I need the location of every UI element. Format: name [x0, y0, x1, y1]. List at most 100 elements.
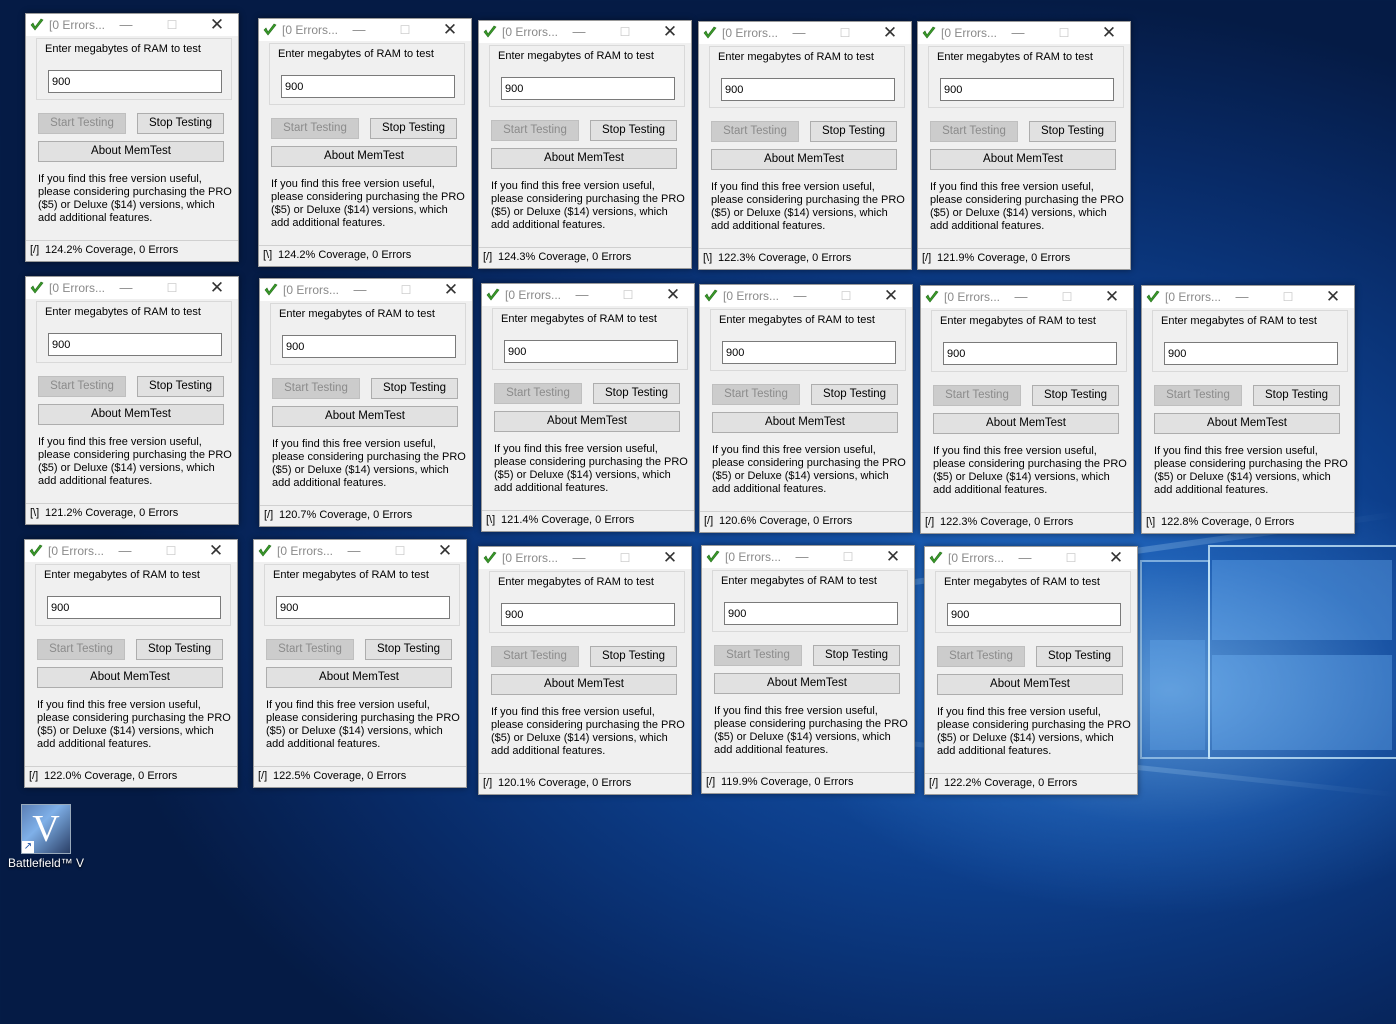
start-testing-button[interactable]: Start Testing — [38, 376, 126, 397]
title-bar[interactable]: [0 Errors... — ☐ ✕ — [918, 22, 1130, 44]
minimize-button[interactable]: — — [788, 23, 810, 43]
close-button[interactable]: ✕ — [659, 548, 681, 568]
ram-input[interactable] — [501, 603, 675, 626]
ram-input[interactable] — [48, 70, 222, 93]
start-testing-button[interactable]: Start Testing — [494, 383, 582, 404]
ram-input[interactable] — [940, 78, 1114, 101]
about-memtest-button[interactable]: About MemTest — [933, 413, 1119, 434]
close-button[interactable]: ✕ — [439, 20, 461, 40]
start-testing-button[interactable]: Start Testing — [491, 120, 579, 141]
ram-input[interactable] — [282, 335, 456, 358]
minimize-button[interactable]: — — [568, 22, 590, 42]
ram-input[interactable] — [722, 341, 896, 364]
stop-testing-button[interactable]: Stop Testing — [1253, 385, 1340, 406]
about-memtest-button[interactable]: About MemTest — [38, 404, 224, 425]
memtest-window-6[interactable]: [0 Errors... — ☐ ✕ Enter megabytes of RA… — [25, 276, 239, 525]
about-memtest-button[interactable]: About MemTest — [930, 149, 1116, 170]
ram-input[interactable] — [501, 77, 675, 100]
title-bar[interactable]: [0 Errors... — ☐ ✕ — [26, 277, 238, 299]
about-memtest-button[interactable]: About MemTest — [714, 673, 900, 694]
start-testing-button[interactable]: Start Testing — [1154, 385, 1242, 406]
about-memtest-button[interactable]: About MemTest — [494, 411, 680, 432]
about-memtest-button[interactable]: About MemTest — [712, 412, 898, 433]
start-testing-button[interactable]: Start Testing — [933, 385, 1021, 406]
title-bar[interactable]: [0 Errors... — ☐ ✕ — [925, 547, 1137, 569]
ram-input[interactable] — [724, 602, 898, 625]
maximize-button[interactable]: ☐ — [837, 547, 859, 567]
stop-testing-button[interactable]: Stop Testing — [813, 645, 900, 666]
maximize-button[interactable]: ☐ — [1056, 287, 1078, 307]
memtest-window-1[interactable]: [0 Errors... — ☐ ✕ Enter megabytes of RA… — [25, 13, 239, 262]
title-bar[interactable]: [0 Errors... — ☐ ✕ — [25, 540, 237, 562]
close-button[interactable]: ✕ — [1098, 23, 1120, 43]
minimize-button[interactable]: — — [571, 285, 593, 305]
start-testing-button[interactable]: Start Testing — [38, 113, 126, 134]
start-testing-button[interactable]: Start Testing — [266, 639, 354, 660]
ram-input[interactable] — [48, 333, 222, 356]
memtest-window-9[interactable]: [0 Errors... — ☐ ✕ Enter megabytes of RA… — [699, 284, 913, 533]
stop-testing-button[interactable]: Stop Testing — [137, 113, 224, 134]
about-memtest-button[interactable]: About MemTest — [271, 146, 457, 167]
title-bar[interactable]: [0 Errors... — ☐ ✕ — [1142, 286, 1354, 308]
stop-testing-button[interactable]: Stop Testing — [811, 384, 898, 405]
stop-testing-button[interactable]: Stop Testing — [593, 383, 680, 404]
close-button[interactable]: ✕ — [206, 278, 228, 298]
start-testing-button[interactable]: Start Testing — [272, 378, 360, 399]
start-testing-button[interactable]: Start Testing — [37, 639, 125, 660]
memtest-window-10[interactable]: [0 Errors... — ☐ ✕ Enter megabytes of RA… — [920, 285, 1134, 534]
memtest-window-7[interactable]: [0 Errors... — ☐ ✕ Enter megabytes of RA… — [259, 278, 473, 527]
stop-testing-button[interactable]: Stop Testing — [137, 376, 224, 397]
close-button[interactable]: ✕ — [659, 22, 681, 42]
desktop-shortcut-battlefield-v[interactable]: V ↗ Battlefield™ V — [4, 804, 88, 874]
maximize-button[interactable]: ☐ — [835, 286, 857, 306]
minimize-button[interactable]: — — [791, 547, 813, 567]
ram-input[interactable] — [47, 596, 221, 619]
maximize-button[interactable]: ☐ — [389, 541, 411, 561]
memtest-window-2[interactable]: [0 Errors... — ☐ ✕ Enter megabytes of RA… — [258, 18, 472, 267]
maximize-button[interactable]: ☐ — [394, 20, 416, 40]
close-button[interactable]: ✕ — [1101, 287, 1123, 307]
title-bar[interactable]: [0 Errors... — ☐ ✕ — [260, 279, 472, 301]
minimize-button[interactable]: — — [789, 286, 811, 306]
close-button[interactable]: ✕ — [440, 280, 462, 300]
memtest-window-4[interactable]: [0 Errors... — ☐ ✕ Enter megabytes of RA… — [698, 21, 912, 270]
ram-input[interactable] — [276, 596, 450, 619]
minimize-button[interactable]: — — [114, 541, 136, 561]
title-bar[interactable]: [0 Errors... — ☐ ✕ — [699, 22, 911, 44]
maximize-button[interactable]: ☐ — [617, 285, 639, 305]
maximize-button[interactable]: ☐ — [160, 541, 182, 561]
memtest-window-12[interactable]: [0 Errors... — ☐ ✕ Enter megabytes of RA… — [24, 539, 238, 788]
about-memtest-button[interactable]: About MemTest — [491, 148, 677, 169]
maximize-button[interactable]: ☐ — [614, 548, 636, 568]
close-button[interactable]: ✕ — [206, 15, 228, 35]
memtest-window-14[interactable]: [0 Errors... — ☐ ✕ Enter megabytes of RA… — [478, 546, 692, 795]
stop-testing-button[interactable]: Stop Testing — [365, 639, 452, 660]
start-testing-button[interactable]: Start Testing — [930, 121, 1018, 142]
start-testing-button[interactable]: Start Testing — [937, 646, 1025, 667]
ram-input[interactable] — [721, 78, 895, 101]
close-button[interactable]: ✕ — [880, 286, 902, 306]
close-button[interactable]: ✕ — [434, 541, 456, 561]
title-bar[interactable]: [0 Errors... — ☐ ✕ — [254, 540, 466, 562]
start-testing-button[interactable]: Start Testing — [271, 118, 359, 139]
stop-testing-button[interactable]: Stop Testing — [1029, 121, 1116, 142]
close-button[interactable]: ✕ — [882, 547, 904, 567]
memtest-window-13[interactable]: [0 Errors... — ☐ ✕ Enter megabytes of RA… — [253, 539, 467, 788]
close-button[interactable]: ✕ — [1322, 287, 1344, 307]
stop-testing-button[interactable]: Stop Testing — [590, 120, 677, 141]
maximize-button[interactable]: ☐ — [834, 23, 856, 43]
stop-testing-button[interactable]: Stop Testing — [1036, 646, 1123, 667]
ram-input[interactable] — [943, 342, 1117, 365]
memtest-window-5[interactable]: [0 Errors... — ☐ ✕ Enter megabytes of RA… — [917, 21, 1131, 270]
minimize-button[interactable]: — — [343, 541, 365, 561]
about-memtest-button[interactable]: About MemTest — [711, 149, 897, 170]
memtest-window-15[interactable]: [0 Errors... — ☐ ✕ Enter megabytes of RA… — [701, 545, 915, 794]
stop-testing-button[interactable]: Stop Testing — [136, 639, 223, 660]
title-bar[interactable]: [0 Errors... — ☐ ✕ — [26, 14, 238, 36]
about-memtest-button[interactable]: About MemTest — [37, 667, 223, 688]
title-bar[interactable]: [0 Errors... — ☐ ✕ — [700, 285, 912, 307]
minimize-button[interactable]: — — [1007, 23, 1029, 43]
minimize-button[interactable]: — — [115, 15, 137, 35]
minimize-button[interactable]: — — [1010, 287, 1032, 307]
about-memtest-button[interactable]: About MemTest — [937, 674, 1123, 695]
